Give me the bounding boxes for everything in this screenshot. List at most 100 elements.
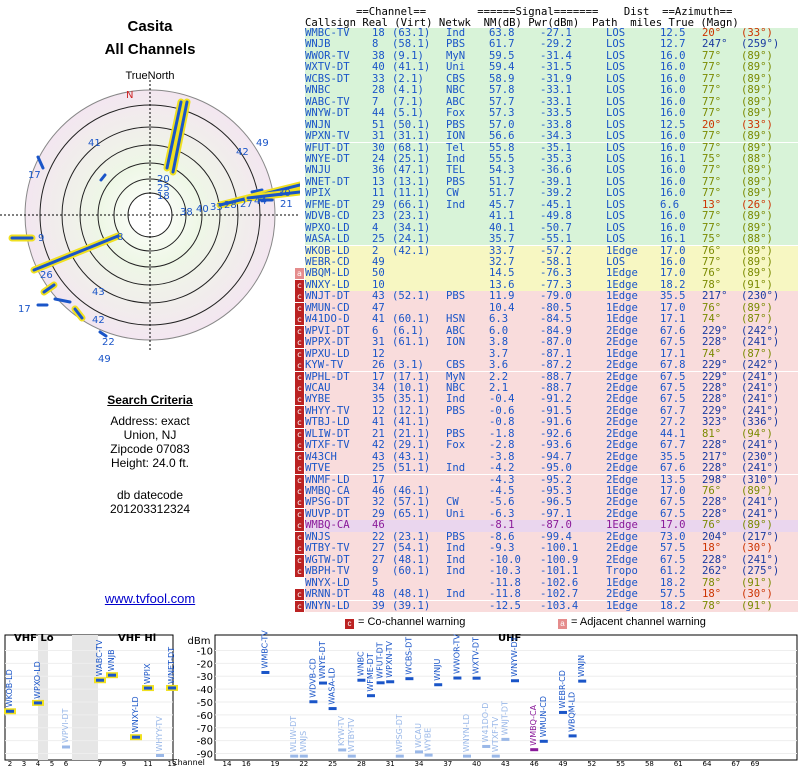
x-tick-label: 64 <box>703 760 712 768</box>
cell-true: 262° <box>702 565 728 578</box>
polar-channel-label: 28 <box>224 200 237 211</box>
height-line: Height: 24.0 ft. <box>110 456 190 470</box>
cell-magn: (241°) <box>741 336 780 349</box>
spectrum-bar-label: WTBY-TV <box>347 717 356 752</box>
table-row[interactable]: c WTBJ-LD 41 (41.1) -0.8 -91.6 2Edge 27.2 323° (3… <box>295 416 798 429</box>
cell-net: Ind <box>446 565 466 578</box>
table-row[interactable]: c WNYN-LD 39 (39.1) -12.5 -103.4 1Edge 18.2 78° (… <box>295 599 798 612</box>
spectrum-bar-label: WABC-TV <box>95 639 104 676</box>
cell-virt: (61.1) <box>392 336 431 349</box>
spectrum-bar-label: WPIX <box>143 663 152 684</box>
cell-true: 229° <box>702 359 728 372</box>
spectrum-bar <box>347 754 356 758</box>
cell-net: PBS <box>446 290 466 303</box>
polar-channel-label: 27 <box>240 199 253 210</box>
db-datecode-label: db datecode <box>116 488 184 502</box>
cell-magn: (336°) <box>741 416 780 429</box>
table-row[interactable]: WDVB-CD 23 (23.1) 41.1 -49.8 LOS 16.0 77° (89°) <box>305 210 798 223</box>
table-row[interactable]: WNYW-DT 44 (5.1) Fox 57.3 -33.5 LOS 16.0 77° (89°… <box>305 107 798 120</box>
cell-magn: (91°) <box>741 599 773 612</box>
table-row[interactable]: c WTBY-TV 27 (54.1) Ind -9.3 -100.1 2Edge 57.5 18… <box>295 542 798 555</box>
cell-call: WNBC <box>305 84 331 97</box>
cell-virt: (11.1) <box>392 187 431 200</box>
cell-magn: (89°) <box>741 187 773 200</box>
table-row[interactable]: WPIX 11 (11.1) CW 51.7 -39.2 LOS 16.0 77° (89°) <box>305 187 798 200</box>
cell-net: Ind <box>446 462 466 475</box>
cell-pwr: -33.5 <box>540 107 572 120</box>
polar-channel-label: 30 <box>278 188 291 199</box>
cell-real: 25 <box>372 233 385 246</box>
polar-channel-label: 21 <box>280 199 293 210</box>
cell-virt: (65.1) <box>392 507 431 520</box>
spectrum-bar-label: WNET-DT <box>167 647 176 684</box>
cell-dist: 67.8 <box>660 359 686 372</box>
cell-magn: (89°) <box>741 130 773 143</box>
website-link[interactable]: www.tvfool.com <box>60 591 240 606</box>
cell-virt: (60.1) <box>392 313 431 326</box>
table-row[interactable]: c WTVE 25 (51.1) Ind -4.2 -95.0 2Edge 67.6 228° (2… <box>295 462 798 475</box>
polar-channel-label: 42 <box>92 315 105 326</box>
cell-pwr: -33.1 <box>540 84 572 97</box>
x-tick-label: 49 <box>559 760 568 768</box>
table-row[interactable]: c KYW-TV 26 (3.1) CBS 3.6 -87.2 2Edge 67.8 229° (2… <box>295 359 798 372</box>
address-line: Address: exact <box>110 414 190 428</box>
spectrum-chart: -10-20-30-40-50-60-70-80-90dBmVHF Lo VHF … <box>4 630 798 768</box>
cell-true: 77° <box>702 210 722 223</box>
co-channel-warning-badge: c <box>295 451 304 463</box>
cell-dist: 16.0 <box>660 187 686 200</box>
x-tick-label: 55 <box>616 760 625 768</box>
table-row[interactable]: WPXN-TV 31 (31.1) ION 56.6 -34.3 LOS 16.0 77° (89… <box>305 130 798 143</box>
y-tick-label: -40 <box>197 685 213 696</box>
polar-channel-label: 22 <box>102 337 115 348</box>
table-row[interactable]: c W41DO-D 41 (60.1) HSN 6.3 -84.5 1Edge 17.1 74° (… <box>295 313 798 326</box>
table-row[interactable]: c WRNN-DT 48 (48.1) Ind -11.8 -102.7 2Edge 57.5 1… <box>295 588 798 601</box>
cell-call: WRNN-DT <box>305 588 350 601</box>
cell-net: HSN <box>446 313 466 326</box>
co-channel-warning-badge: c <box>295 417 304 429</box>
spectrum-bar <box>319 681 327 685</box>
cell-call: WBPH-TV <box>305 565 350 578</box>
polar-plot: 4822414249172025183840332827443021982643… <box>0 80 300 365</box>
cell-net: PBS <box>446 404 466 417</box>
polar-channel-label: 33 <box>210 202 223 213</box>
cell-call: WPPX-DT <box>305 336 350 349</box>
cell-pwr: -93.6 <box>540 439 572 452</box>
spectrum-bar-label: WFME-DT <box>366 653 375 692</box>
cell-dist: 16.0 <box>660 130 686 143</box>
x-tick-label: 61 <box>674 760 683 768</box>
search-criteria-heading: Search Criteria <box>107 393 193 407</box>
spectrum-bar-label: WNJU <box>433 658 442 680</box>
cell-true: 77° <box>702 107 722 120</box>
cell-path: 2Edge <box>606 588 638 601</box>
cell-dist: 17.1 <box>660 313 686 326</box>
spectrum-bar <box>568 734 577 738</box>
cell-path: 2Edge <box>606 542 638 555</box>
table-row[interactable]: WASA-LD 25 (24.1) 35.7 -55.1 LOS 16.1 75° (88°) <box>305 233 798 246</box>
table-row[interactable]: c WBPH-TV 9 (60.1) Ind -10.3 -101.1 Tropo 61.2 26… <box>295 565 798 578</box>
spectrum-bar-label: WNXY-LD <box>131 696 140 733</box>
x-tick-label: 22 <box>299 760 308 768</box>
cell-path: 1Edge <box>606 599 638 612</box>
spectrum-bar <box>491 754 500 758</box>
table-row[interactable]: c WTXF-TV 42 (29.1) Fox -2.8 -93.6 2Edge 67.7 228… <box>295 439 798 452</box>
table-row[interactable]: c WPPX-DT 31 (61.1) ION 3.8 -87.0 2Edge 67.5 228°… <box>295 336 798 349</box>
cell-nm: 6.3 <box>489 313 509 326</box>
cell-net: Ind <box>446 198 466 211</box>
table-row[interactable]: WNBC 28 (4.1) NBC 57.8 -33.1 LOS 16.0 77° (89°) <box>305 84 798 97</box>
spectrum-bar-label: WASA-LD <box>328 668 337 705</box>
cell-magn: (241°) <box>741 439 780 452</box>
cell-pwr: -95.0 <box>540 462 572 475</box>
spectrum-bar <box>539 739 548 743</box>
co-channel-warning-badge: c <box>295 371 304 383</box>
cell-nm: 51.7 <box>489 187 515 200</box>
cell-true: 77° <box>702 187 722 200</box>
cell-pwr: -91.6 <box>540 416 572 429</box>
cell-pwr: -39.2 <box>540 187 572 200</box>
cell-pwr: -101.1 <box>540 565 579 578</box>
co-channel-warning-badge: c <box>295 314 304 326</box>
co-channel-warning-badge: c <box>295 474 304 486</box>
cell-magn: (87°) <box>741 313 773 326</box>
cell-nm: 3.6 <box>489 359 509 372</box>
cell-net: ION <box>446 336 466 349</box>
cell-path: 2Edge <box>606 416 638 429</box>
